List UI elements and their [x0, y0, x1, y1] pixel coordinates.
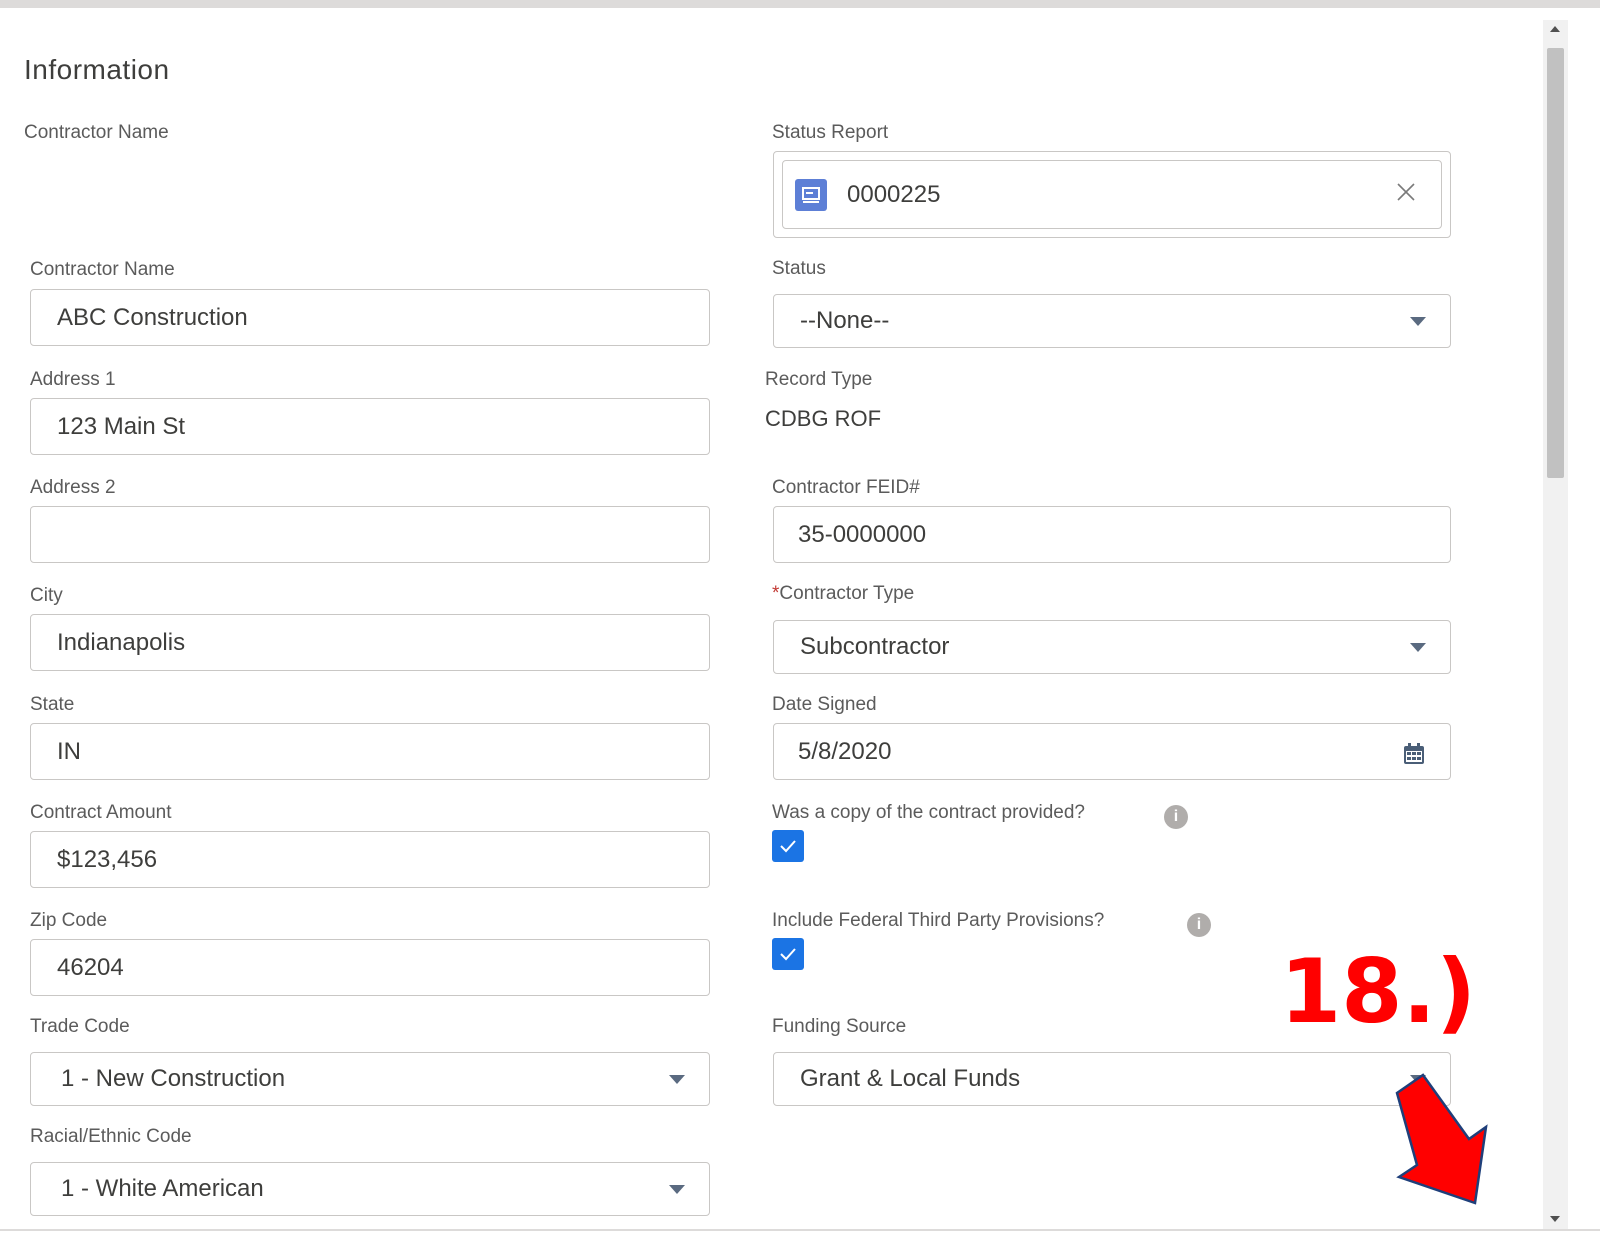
racial-ethnic-code-select[interactable]: 1 - White American [30, 1162, 710, 1216]
trade-code-value: 1 - New Construction [61, 1065, 286, 1092]
status-value: --None-- [800, 307, 890, 334]
zip-code-label: Zip Code [30, 910, 108, 931]
vertical-scrollbar[interactable] [1543, 20, 1568, 1230]
funding-source-label: Funding Source [772, 1016, 907, 1037]
caret-down-icon [1410, 317, 1426, 326]
contractor-name-static-label: Contractor Name [24, 122, 169, 143]
city-input[interactable]: Indianapolis [30, 614, 710, 671]
copy-provided-checkbox[interactable] [772, 830, 804, 862]
city-value: Indianapolis [57, 628, 186, 656]
address2-input[interactable] [30, 506, 710, 563]
check-icon [780, 840, 796, 853]
status-report-value: 0000225 [847, 180, 941, 208]
status-select[interactable]: --None-- [773, 294, 1451, 348]
date-signed-value: 5/8/2020 [798, 737, 892, 765]
contractor-feid-input[interactable]: 35-0000000 [773, 506, 1451, 563]
state-value: IN [57, 737, 81, 765]
record-lookup-icon [795, 178, 827, 211]
step-annotation: 18.) [1280, 940, 1477, 1043]
arrow-icon [1395, 1073, 1488, 1205]
caret-down-icon [1410, 643, 1426, 652]
zip-code-value: 46204 [57, 953, 124, 981]
scroll-up-icon[interactable] [1550, 26, 1560, 32]
contractor-type-label-text: Contractor Type [779, 583, 915, 604]
status-report-lookup-frame: 0000225 [773, 151, 1451, 238]
check-icon [780, 948, 796, 961]
top-divider [0, 0, 1600, 8]
clear-icon[interactable] [1393, 179, 1419, 205]
contractor-type-select[interactable]: Subcontractor [773, 620, 1451, 674]
contractor-feid-label: Contractor FEID# [772, 477, 920, 498]
state-input[interactable]: IN [30, 723, 710, 780]
caret-down-icon [669, 1185, 685, 1194]
contractor-type-value: Subcontractor [800, 633, 950, 660]
status-report-pill[interactable]: 0000225 [782, 160, 1442, 229]
city-label: City [30, 585, 63, 606]
copy-provided-label: Was a copy of the contract provided? [772, 802, 1085, 823]
record-type-value: CDBG ROF [765, 406, 882, 431]
contractor-name-value: ABC Construction [57, 303, 248, 331]
funding-source-value: Grant & Local Funds [800, 1065, 1021, 1092]
address1-label: Address 1 [30, 369, 116, 390]
funding-source-select[interactable]: Grant & Local Funds [773, 1052, 1451, 1106]
contract-amount-label: Contract Amount [30, 802, 172, 823]
trade-code-select[interactable]: 1 - New Construction [30, 1052, 710, 1106]
address1-input[interactable]: 123 Main St [30, 398, 710, 455]
scroll-down-icon[interactable] [1550, 1216, 1560, 1222]
contractor-name-input[interactable]: ABC Construction [30, 289, 710, 346]
state-label: State [30, 694, 75, 715]
trade-code-label: Trade Code [30, 1016, 130, 1037]
record-type-label: Record Type [765, 369, 873, 390]
date-signed-input[interactable]: 5/8/2020 [773, 723, 1451, 780]
contract-amount-input[interactable]: $123,456 [30, 831, 710, 888]
racial-ethnic-code-value: 1 - White American [61, 1175, 264, 1202]
status-label: Status [772, 258, 826, 279]
address2-label: Address 2 [30, 477, 116, 498]
scrollbar-thumb[interactable] [1547, 48, 1564, 478]
federal-provisions-checkbox[interactable] [772, 938, 804, 970]
info-icon[interactable]: i [1187, 913, 1211, 937]
contractor-name-label: Contractor Name [30, 259, 175, 280]
section-title: Information [24, 54, 170, 85]
date-signed-label: Date Signed [772, 694, 877, 715]
racial-ethnic-code-label: Racial/Ethnic Code [30, 1126, 192, 1147]
contractor-feid-value: 35-0000000 [798, 520, 927, 548]
contract-amount-value: $123,456 [57, 845, 158, 873]
zip-code-input[interactable]: 46204 [30, 939, 710, 996]
caret-down-icon [669, 1075, 685, 1084]
bottom-divider [0, 1229, 1600, 1231]
status-report-label: Status Report [772, 122, 889, 143]
address1-value: 123 Main St [57, 412, 186, 440]
calendar-icon[interactable] [1402, 742, 1426, 766]
federal-provisions-label: Include Federal Third Party Provisions? [772, 910, 1105, 931]
contractor-type-label: *Contractor Type [772, 583, 914, 605]
info-icon[interactable]: i [1164, 805, 1188, 829]
